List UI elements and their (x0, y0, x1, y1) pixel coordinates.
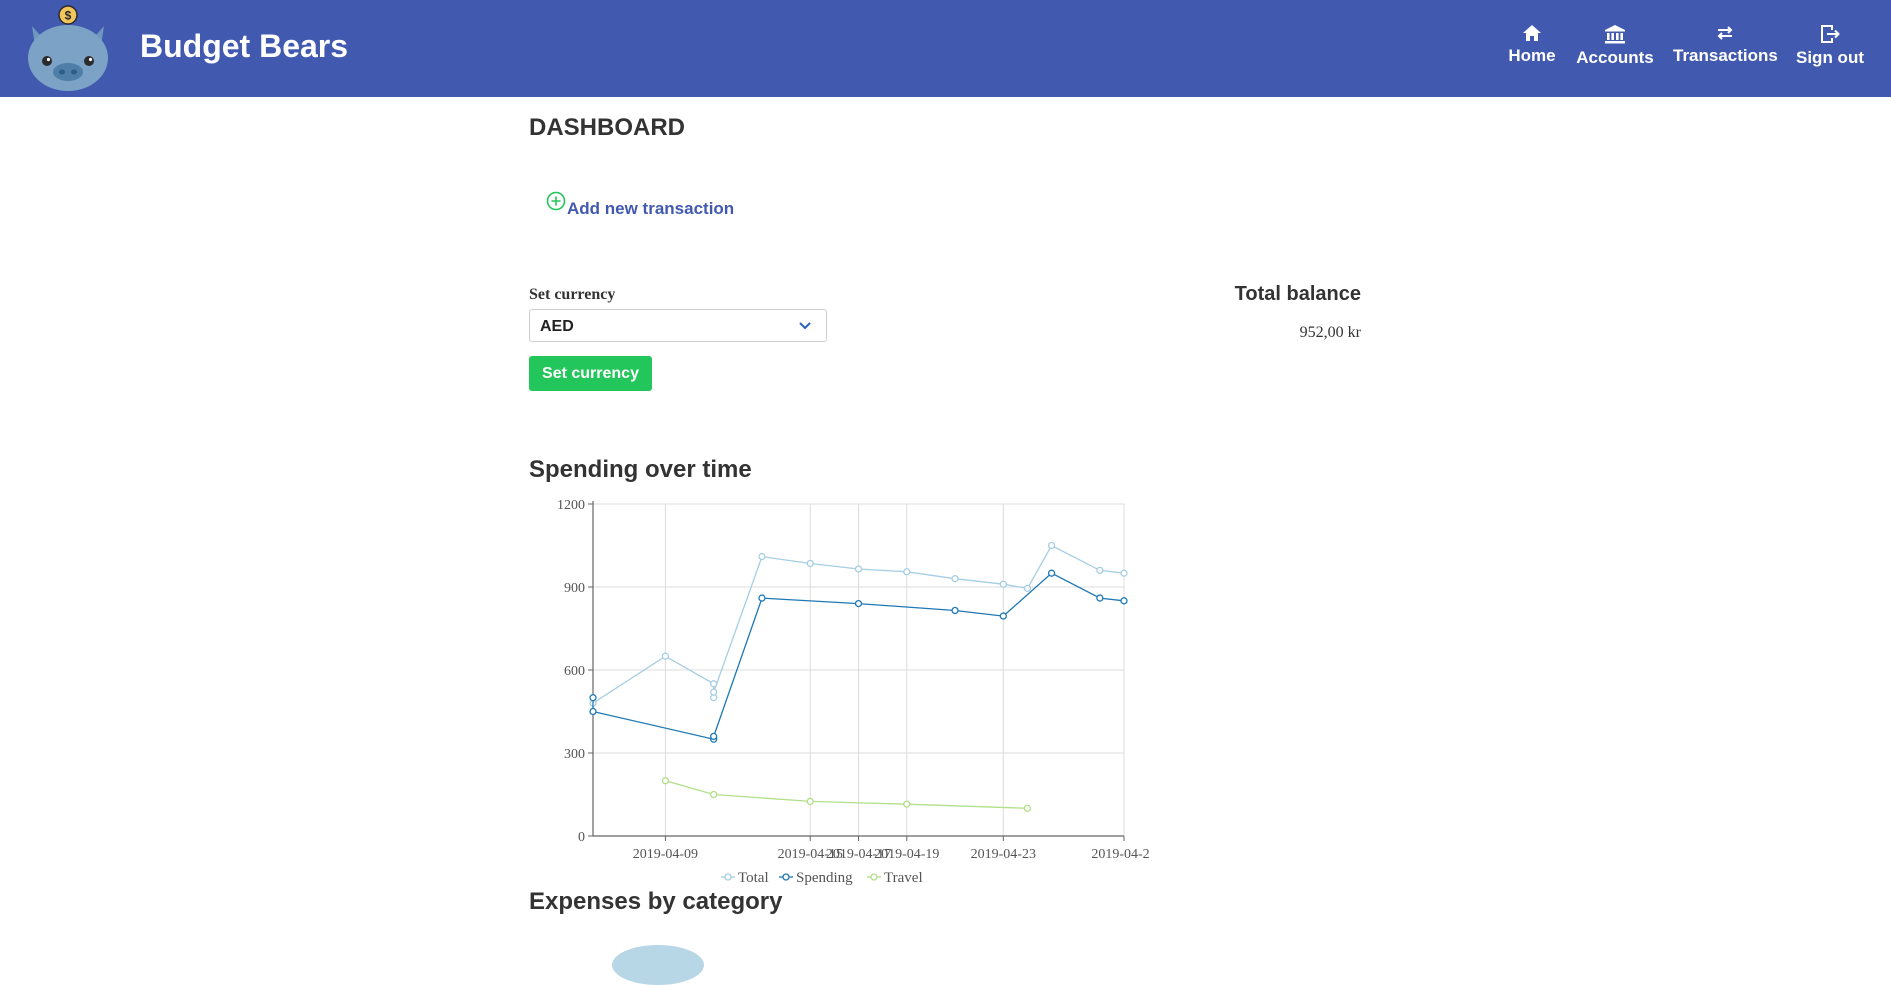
data-point-spending (1096, 594, 1104, 602)
y-tick-label: 900 (564, 581, 585, 596)
x-tick-label: 2019-04-23 (971, 847, 1036, 862)
add-new-transaction-label: Add new transaction (567, 199, 735, 218)
x-tick-label: 2019-04-09 (633, 847, 698, 862)
spending-over-time-chart: 030060090012002019-04-09 2019-04-152019-0… (557, 498, 1149, 886)
legend-label-total: Total (738, 870, 769, 886)
nav-transactions[interactable]: Transactions (1673, 24, 1778, 66)
nav-accounts-label: Accounts (1576, 48, 1654, 67)
nav-sign-out-label: Sign out (1796, 48, 1864, 67)
data-point-total (758, 552, 766, 561)
data-point-travel (661, 777, 670, 785)
chevron-down-icon (799, 322, 811, 330)
data-point-total (1120, 569, 1128, 577)
set-currency-button[interactable]: Set currency (529, 356, 652, 391)
piggy-bank-logo-icon[interactable]: $ (24, 4, 112, 92)
data-point-total (710, 688, 718, 696)
data-point-total (854, 565, 863, 573)
data-point-total (999, 580, 1007, 588)
home-icon (1523, 25, 1541, 41)
legend-marker-total (724, 873, 732, 881)
data-point-spending (710, 732, 718, 741)
y-tick-label: 0 (578, 830, 585, 845)
data-point-total (806, 559, 814, 568)
nav-accounts[interactable]: Accounts (1575, 24, 1655, 68)
data-point-total (951, 575, 959, 583)
total-balance-value: 952,00 kr (1299, 324, 1361, 341)
legend-marker-spending (782, 873, 790, 881)
transfer-arrows-icon (1717, 26, 1733, 40)
data-point-travel (1023, 804, 1032, 812)
coin-symbol: $ (65, 9, 72, 23)
y-tick-label: 1200 (557, 498, 585, 513)
currency-select[interactable]: AED (529, 309, 827, 342)
nav-sign-out[interactable]: Sign out (1795, 24, 1865, 68)
data-point-spending (854, 599, 863, 608)
data-point-total (1047, 541, 1056, 550)
data-point-spending (1047, 569, 1056, 577)
expenses-by-category-title: Expenses by category (529, 888, 783, 915)
data-point-spending (951, 606, 959, 615)
data-point-travel (710, 790, 718, 799)
sign-out-icon (1821, 25, 1840, 43)
nav-home[interactable]: Home (1506, 24, 1558, 66)
legend-label-travel: Travel (884, 870, 923, 886)
plus-circle-icon (546, 191, 566, 211)
data-point-total (903, 568, 911, 576)
series-line-travel (665, 780, 1028, 809)
data-point-spending (589, 694, 597, 702)
total-balance-label: Total balance (1234, 283, 1361, 305)
data-point-spending (758, 594, 766, 602)
data-point-spending (589, 707, 597, 716)
spending-over-time-title: Spending over time (529, 456, 752, 483)
x-tick-label: 2019-04-19 (874, 847, 939, 862)
bank-icon (1605, 25, 1625, 44)
data-point-spending (999, 612, 1007, 620)
currency-label: Set currency (529, 286, 616, 303)
data-point-travel (806, 797, 814, 806)
data-point-total (1096, 566, 1104, 575)
data-point-total (710, 680, 718, 688)
legend-label-spending: Spending (796, 870, 853, 886)
top-navbar: $ Budget Bears Home Accounts Transaction… (0, 0, 1891, 97)
nav-transactions-label: Transactions (1673, 46, 1778, 65)
data-point-total (661, 652, 670, 660)
page-title: DASHBOARD (529, 114, 685, 141)
data-point-travel (903, 800, 911, 808)
expenses-pie-chart (612, 945, 704, 985)
x-tick-label: 2019-04-28 (1091, 847, 1149, 862)
app-title[interactable]: Budget Bears (140, 28, 348, 65)
data-point-spending (1120, 597, 1128, 605)
legend-marker-travel (870, 873, 878, 881)
add-new-transaction-link[interactable]: Add new transaction (546, 191, 734, 218)
data-point-total (1023, 584, 1032, 593)
currency-selected-value: AED (540, 318, 574, 335)
y-tick-label: 600 (564, 664, 585, 679)
nav-home-label: Home (1508, 46, 1556, 65)
y-tick-label: 300 (564, 747, 585, 762)
